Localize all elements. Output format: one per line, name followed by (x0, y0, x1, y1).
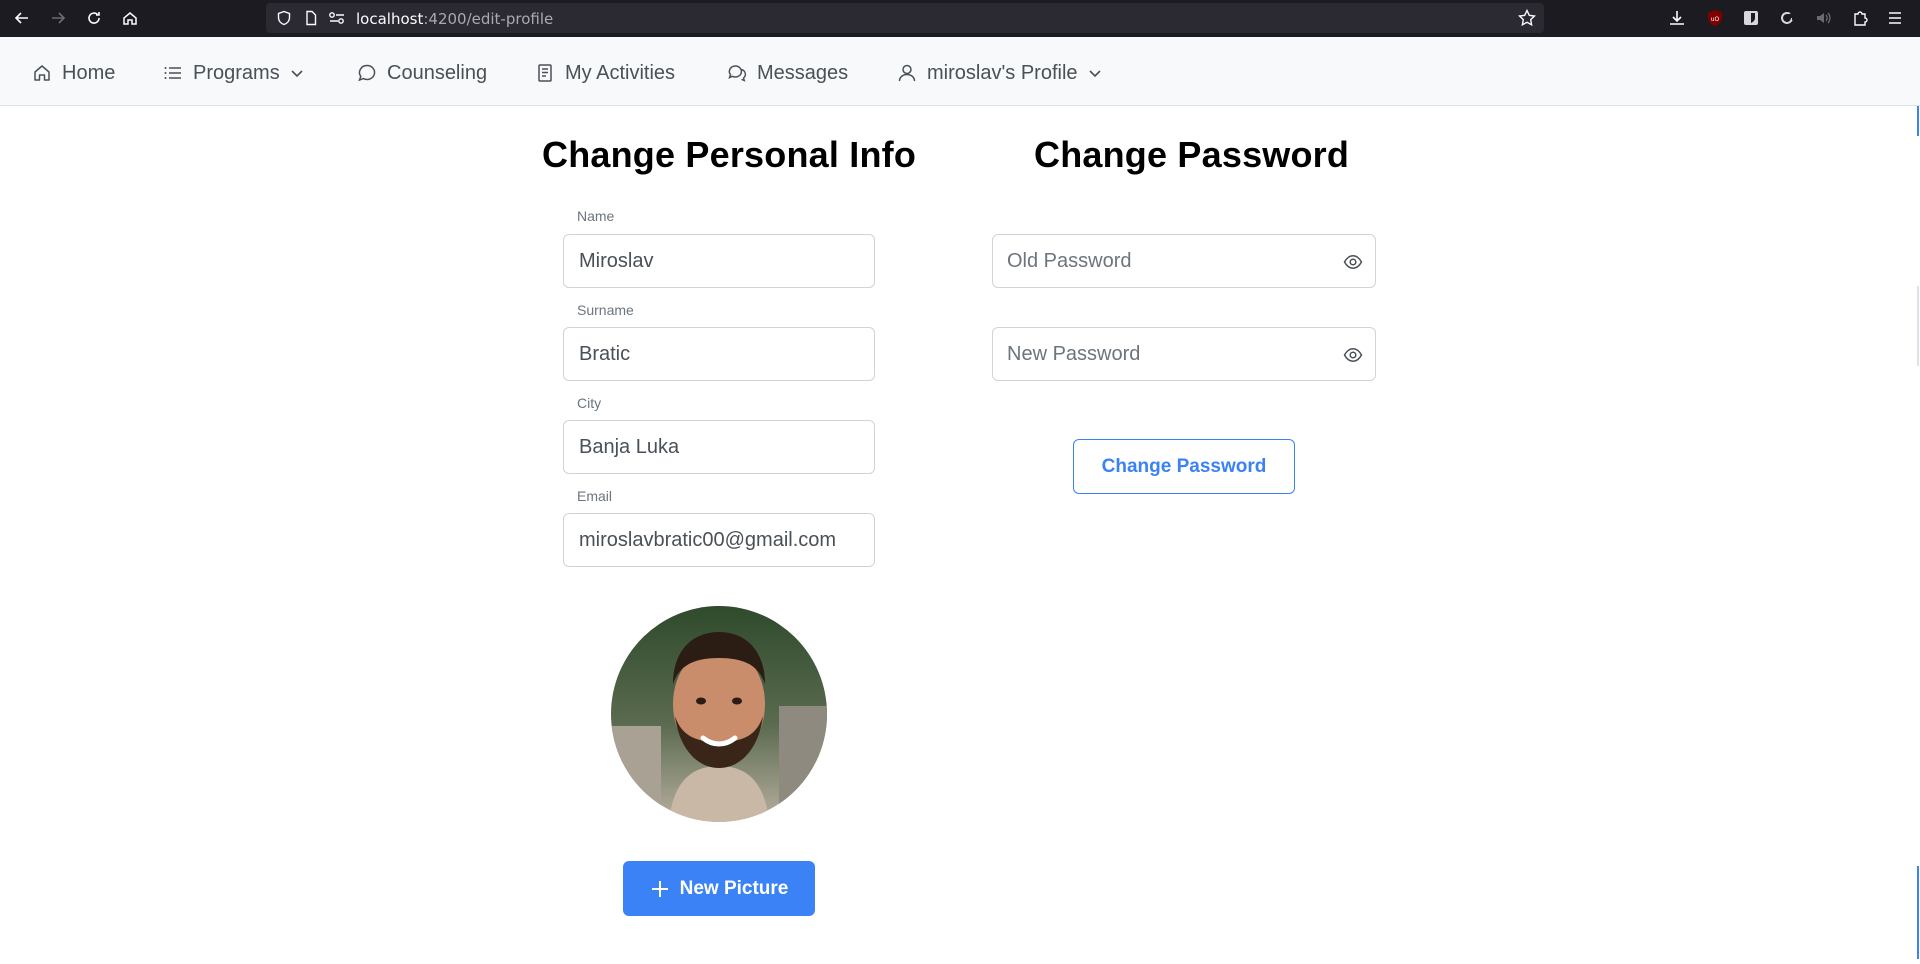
browser-toolbar: localhost:4200/edit-profile uO (0, 0, 1920, 37)
profile-picture (611, 606, 827, 822)
surname-input[interactable]: Bratic (563, 327, 875, 381)
city-label: City (577, 395, 602, 411)
home-icon (34, 65, 50, 81)
chat-bubble-icon (358, 64, 376, 82)
change-password-button[interactable]: Change Password (1073, 439, 1295, 494)
name-value: Miroslav (579, 249, 654, 272)
chevron-down-icon (291, 70, 303, 78)
name-input[interactable]: Miroslav (563, 234, 875, 288)
nav-messages-label: Messages (757, 61, 849, 84)
nav-home[interactable]: Home (32, 59, 115, 87)
url-path: :4200/edit-profile (423, 10, 554, 28)
chevron-down-icon (1088, 70, 1101, 78)
change-password-button-label: Change Password (1101, 455, 1267, 477)
forward-icon[interactable] (44, 4, 72, 32)
downloads-icon[interactable] (1665, 6, 1689, 30)
nav-home-label: Home (62, 61, 116, 84)
email-input[interactable]: miroslavbratic00@gmail.com (563, 513, 875, 567)
list-icon (164, 67, 181, 79)
old-password-input[interactable]: Old Password (992, 234, 1376, 288)
bookmark-star-icon[interactable] (1518, 9, 1536, 27)
sync-extension-icon[interactable] (1775, 6, 1799, 30)
nav-profile[interactable]: miroslav's Profile (897, 59, 1102, 87)
nav-messages[interactable]: Messages (727, 59, 848, 87)
main-navbar: Home Programs Counseling My Activities M… (0, 37, 1920, 106)
bitwarden-icon[interactable] (1739, 6, 1763, 30)
permissions-icon[interactable] (328, 9, 346, 27)
nav-activities-label: My Activities (565, 61, 676, 84)
comments-icon (728, 65, 747, 82)
user-icon (898, 64, 916, 82)
eye-icon[interactable] (1343, 345, 1363, 365)
home-browser-icon[interactable] (116, 4, 144, 32)
email-value: miroslavbratic00@gmail.com (579, 528, 837, 551)
ublock-icon[interactable]: uO (1703, 6, 1727, 30)
nav-programs-label: Programs (193, 61, 280, 84)
nav-my-activities[interactable]: My Activities (535, 59, 675, 87)
eye-icon[interactable] (1343, 252, 1363, 272)
city-input[interactable]: Banja Luka (563, 420, 875, 474)
personal-info-title: Change Personal Info (542, 134, 917, 175)
new-picture-label: New Picture (679, 877, 789, 899)
audio-icon[interactable] (1811, 6, 1835, 30)
change-password-title: Change Password (1034, 134, 1350, 175)
name-label: Name (577, 208, 615, 224)
new-password-input[interactable]: New Password (992, 327, 1376, 381)
menu-icon[interactable] (1883, 6, 1907, 30)
extensions-icon[interactable] (1848, 6, 1872, 30)
url-host: localhost (356, 10, 424, 28)
nav-counseling[interactable]: Counseling (357, 59, 487, 87)
new-picture-button[interactable]: New Picture (623, 861, 815, 916)
email-label: Email (577, 488, 613, 504)
page-icon (302, 9, 320, 27)
svg-text:uO: uO (1711, 16, 1720, 23)
city-value: Banja Luka (579, 435, 680, 458)
old-password-placeholder: Old Password (1007, 249, 1132, 272)
url-text[interactable]: localhost:4200/edit-profile (356, 10, 553, 28)
nav-profile-label: miroslav's Profile (927, 61, 1078, 84)
nav-programs[interactable]: Programs (163, 59, 304, 87)
surname-value: Bratic (579, 342, 631, 365)
surname-label: Surname (577, 302, 634, 318)
plus-icon (651, 880, 668, 897)
url-bar[interactable]: localhost:4200/edit-profile (266, 3, 1544, 33)
nav-counseling-label: Counseling (387, 61, 488, 84)
new-password-placeholder: New Password (1007, 342, 1141, 365)
page-edge-divider (1916, 106, 1920, 959)
reload-icon[interactable] (80, 4, 108, 32)
book-icon (538, 64, 552, 82)
back-icon[interactable] (8, 4, 36, 32)
shield-icon[interactable] (275, 9, 293, 27)
